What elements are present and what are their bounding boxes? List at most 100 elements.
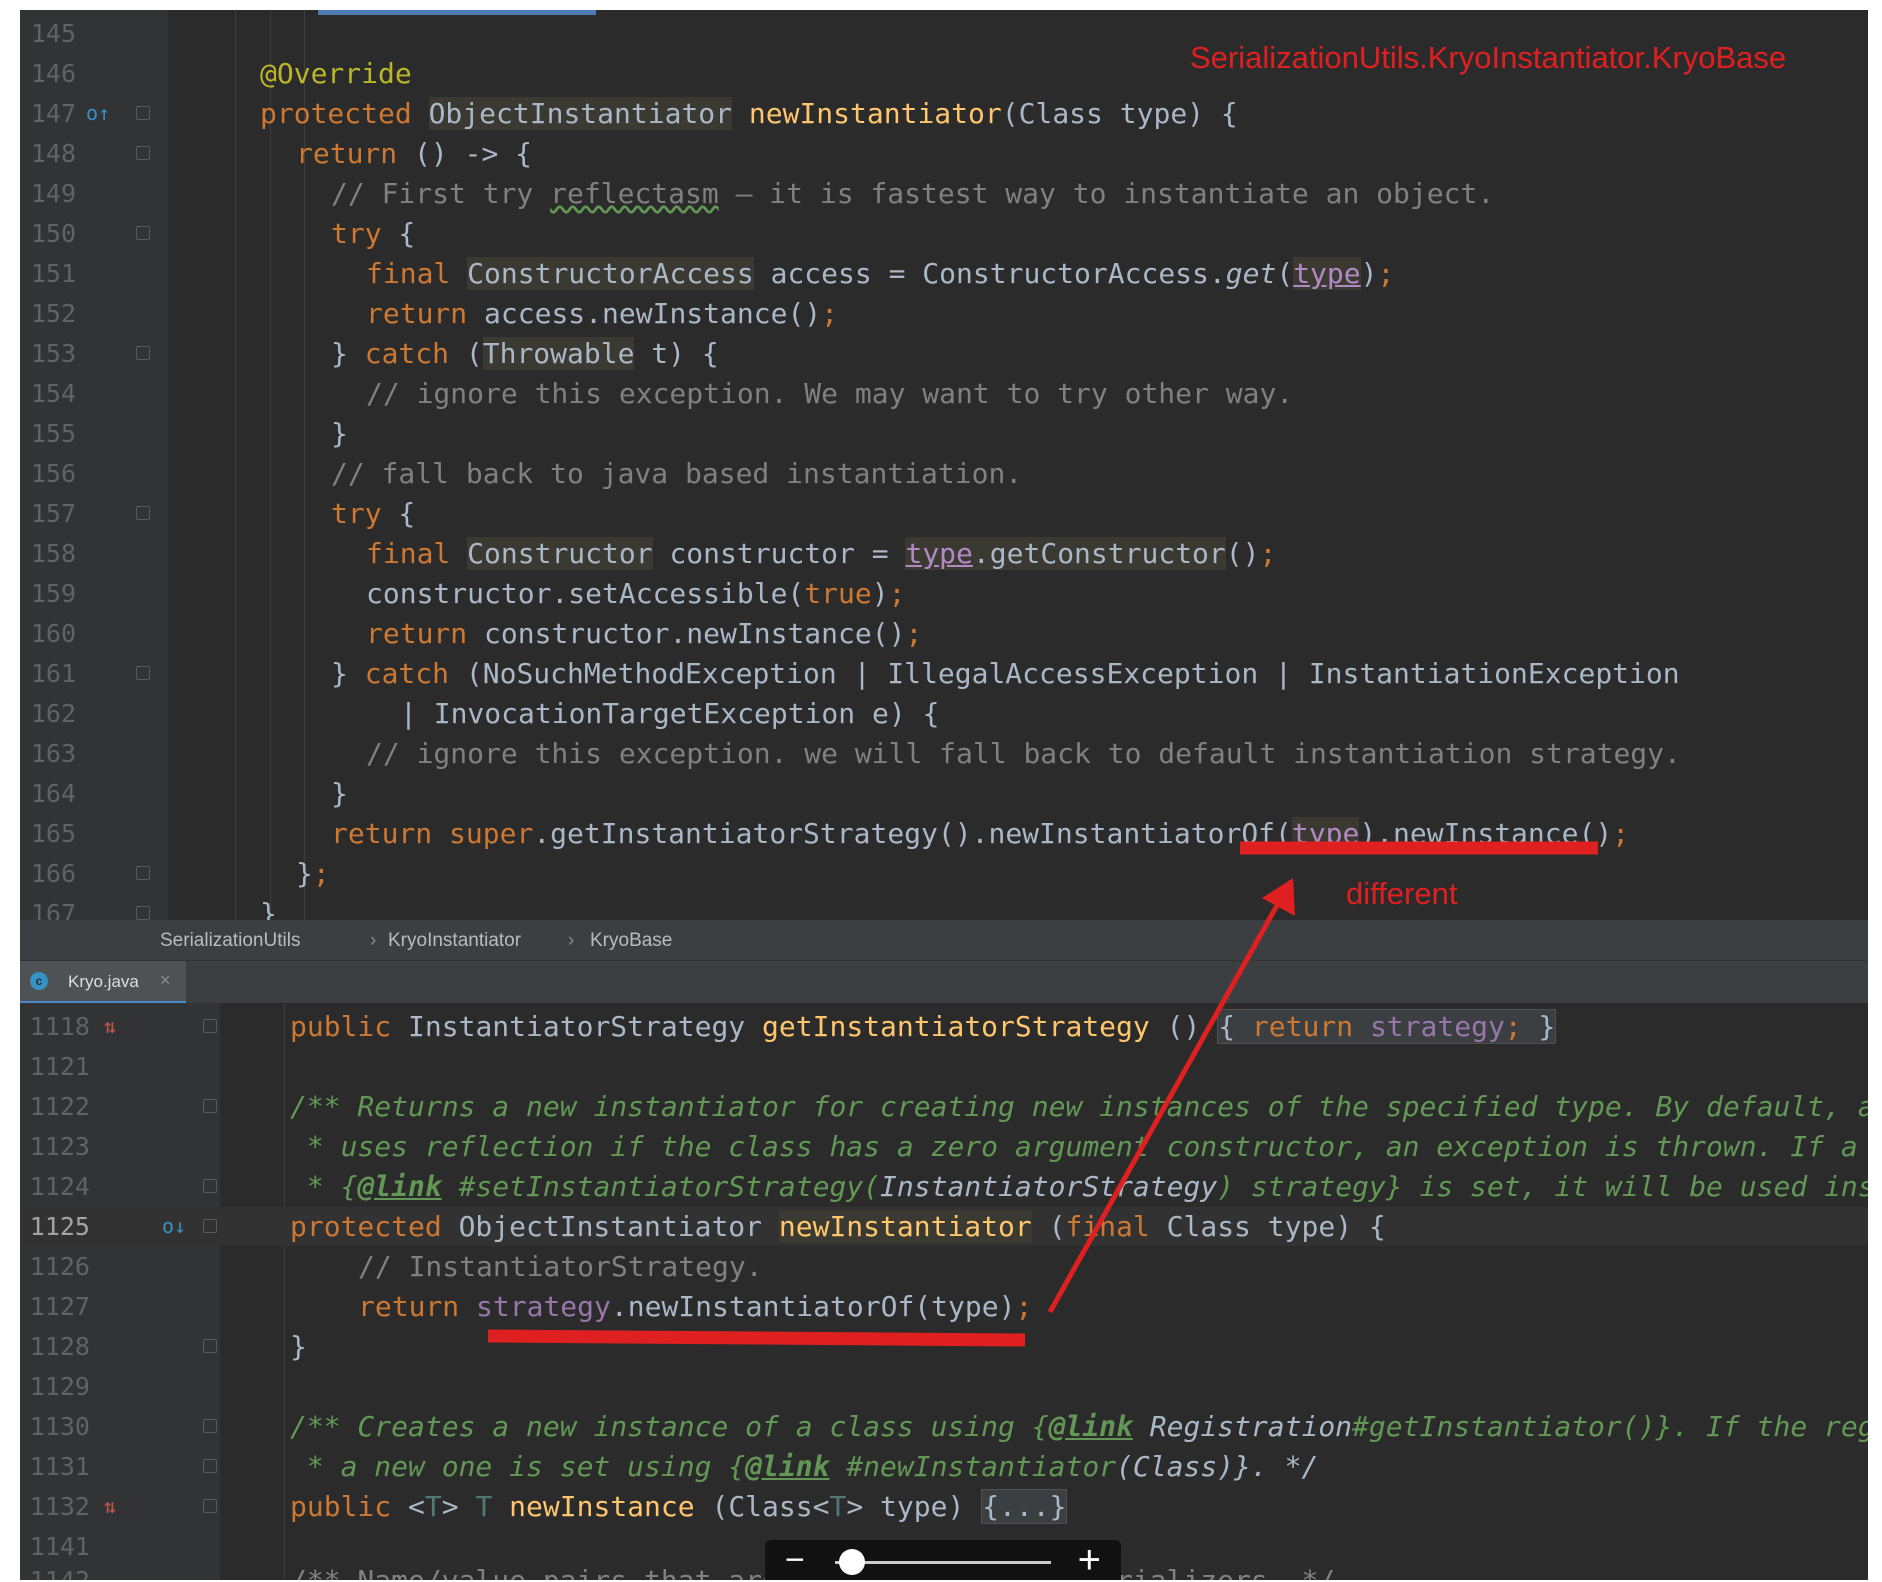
fold-marker-icon[interactable] <box>203 1099 217 1113</box>
fold-expand-icon[interactable] <box>203 1019 217 1033</box>
recursive-call-icon[interactable]: ⇅ <box>104 1493 116 1519</box>
code-text: ; <box>888 577 906 610</box>
code-line[interactable]: 164 } <box>20 774 1868 813</box>
code-line[interactable]: 153 } catch (Throwable t) { <box>20 334 1868 373</box>
code-line[interactable]: 1129 <box>20 1367 1868 1406</box>
code-line[interactable]: 158 final Constructor constructor = type… <box>20 534 1868 573</box>
method-name: getInstantiatorStrategy <box>762 1010 1150 1043</box>
code-line[interactable]: 150 try { <box>20 214 1868 253</box>
line-number: 167 <box>30 899 76 920</box>
fold-marker-icon[interactable] <box>136 226 150 240</box>
fold-marker-icon[interactable] <box>203 1419 217 1433</box>
keyword: catch <box>364 657 450 690</box>
code-line[interactable]: 1126 // InstantiatorStrategy. <box>20 1247 1868 1286</box>
zoom-out-button[interactable]: − <box>785 1540 805 1580</box>
keyword: protected <box>260 97 412 130</box>
annotation-class-path: SerializationUtils.KryoInstantiator.Kryo… <box>1190 40 1787 75</box>
code-line[interactable]: 162 | InvocationTargetException e) { <box>20 694 1868 733</box>
code-text: ; <box>1259 537 1277 570</box>
fold-marker-icon[interactable] <box>203 1179 217 1193</box>
code-line[interactable]: 149 // First try reflectasm – it is fast… <box>20 174 1868 213</box>
fold-marker-icon[interactable] <box>203 1339 217 1353</box>
code-line[interactable]: 148 return () -> { <box>20 134 1868 173</box>
line-number: 163 <box>30 739 76 768</box>
code-line-current[interactable]: 1125 o↓ protected ObjectInstantiator new… <box>20 1207 1868 1246</box>
fold-marker-icon[interactable] <box>203 1219 217 1233</box>
fold-marker-icon[interactable] <box>136 506 150 520</box>
folded-code[interactable]: {...} <box>981 1489 1068 1524</box>
code-line[interactable]: 1121 <box>20 1047 1868 1086</box>
folded-code[interactable]: { <box>1218 1010 1252 1043</box>
overridden-method-icon[interactable]: o↓ <box>162 1213 186 1239</box>
code-line[interactable]: 1124 * {@link #setInstantiatorStrategy(I… <box>20 1167 1868 1206</box>
code-line[interactable]: 156 // fall back to java based instantia… <box>20 454 1868 493</box>
tab-label: Kryo.java <box>68 972 139 991</box>
code-line[interactable]: 147 o↑ protected ObjectInstantiator newI… <box>20 94 1868 133</box>
override-method-icon[interactable]: o↑ <box>86 100 110 126</box>
code-line[interactable]: 160 return constructor.newInstance(); <box>20 614 1868 653</box>
keyword: public <box>290 1490 392 1523</box>
bottom-code-editor[interactable]: 1118 ⇅ public InstantiatorStrategy getIn… <box>20 1003 1868 1580</box>
zoom-slider-thumb[interactable] <box>839 1549 866 1575</box>
recursive-call-icon[interactable]: ⇅ <box>104 1013 116 1039</box>
line-number: 157 <box>30 499 76 528</box>
code-text: .newInstantiatorOf(type) <box>610 1290 1016 1323</box>
fold-marker-icon[interactable] <box>203 1459 217 1473</box>
method-name: newInstantiator <box>748 97 1002 130</box>
fold-marker-icon[interactable] <box>136 106 150 120</box>
javadoc-ref: Registration <box>1132 1410 1353 1443</box>
code-line[interactable]: 1131 * a new one is set using {@link #ne… <box>20 1447 1868 1486</box>
code-line[interactable]: 165 return super.getInstantiatorStrategy… <box>20 814 1868 853</box>
code-line[interactable]: 167 } <box>20 894 1868 920</box>
code-line[interactable]: 1127 return strategy.newInstantiatorOf(t… <box>20 1287 1868 1326</box>
code-line[interactable]: 157 try { <box>20 494 1868 533</box>
javadoc-text: /** Returns a new instantiator for creat… <box>290 1090 1868 1123</box>
code-line[interactable]: 1123 * uses reflection if the class has … <box>20 1127 1868 1166</box>
top-code-editor[interactable]: 145 146 @Override 147 o↑ protected Objec… <box>20 10 1868 920</box>
folded-code[interactable]: } <box>1522 1010 1556 1043</box>
code-line[interactable]: 166 }; <box>20 854 1868 893</box>
param-ref: type <box>1291 817 1360 850</box>
fold-marker-icon[interactable] <box>136 146 150 160</box>
code-line[interactable]: 154 // ignore this exception. We may wan… <box>20 374 1868 413</box>
javadoc-ref: InstantiatorStrategy <box>880 1170 1218 1203</box>
code-line[interactable]: 161 } catch (NoSuchMethodException | Ill… <box>20 654 1868 693</box>
code-line[interactable]: 1132 ⇅ public <T> T newInstance (Class<T… <box>20 1487 1868 1526</box>
breadcrumb-item[interactable]: KryoBase <box>590 930 672 952</box>
comment-text: – it is fastest way to instantiate an ob… <box>718 177 1495 210</box>
method-name: .getConstructor <box>972 537 1226 570</box>
line-number: 166 <box>30 859 76 888</box>
fold-marker-icon[interactable] <box>136 866 150 880</box>
fold-expand-icon[interactable] <box>203 1499 217 1513</box>
code-line[interactable]: 152 return access.newInstance(); <box>20 294 1868 333</box>
line-number: 1128 <box>29 1332 90 1361</box>
breadcrumb-item[interactable]: KryoInstantiator <box>388 930 521 952</box>
type-name: ConstructorAccess <box>467 257 754 290</box>
code-line[interactable]: 163 // ignore this exception. we will fa… <box>20 734 1868 773</box>
zoom-slider-track[interactable] <box>835 1561 1051 1564</box>
code-text: } <box>331 657 365 690</box>
type-name: Constructor <box>467 537 653 570</box>
line-number: 146 <box>30 59 76 88</box>
tab-kryo-java[interactable]: c Kryo.java × <box>20 961 186 1004</box>
code-text: } <box>331 337 365 370</box>
line-number: 1127 <box>29 1292 90 1321</box>
code-text: ( <box>449 337 483 370</box>
javadoc-text: ) strategy} is set, it will be used inst… <box>1217 1170 1868 1203</box>
zoom-in-button[interactable]: + <box>1078 1540 1101 1580</box>
code-line[interactable]: 155 } <box>20 414 1868 453</box>
fold-marker-icon[interactable] <box>136 346 150 360</box>
code-line[interactable]: 1118 ⇅ public InstantiatorStrategy getIn… <box>20 1007 1868 1046</box>
code-line[interactable]: 1122 /** Returns a new instantiator for … <box>20 1087 1868 1126</box>
code-line[interactable]: 159 constructor.setAccessible(true); <box>20 574 1868 613</box>
breadcrumb-item[interactable]: SerializationUtils <box>160 930 300 952</box>
close-icon[interactable]: × <box>160 970 171 991</box>
code-line[interactable]: 1128 } <box>20 1327 1868 1366</box>
line-number: 1130 <box>29 1412 90 1441</box>
zoom-control: − + <box>765 1540 1121 1580</box>
fold-marker-icon[interactable] <box>136 666 150 680</box>
keyword: public <box>290 1010 392 1043</box>
code-line[interactable]: 1130 /** Creates a new instance of a cla… <box>20 1407 1868 1446</box>
code-line[interactable]: 151 final ConstructorAccess access = Con… <box>20 254 1868 293</box>
fold-marker-icon[interactable] <box>136 906 150 920</box>
